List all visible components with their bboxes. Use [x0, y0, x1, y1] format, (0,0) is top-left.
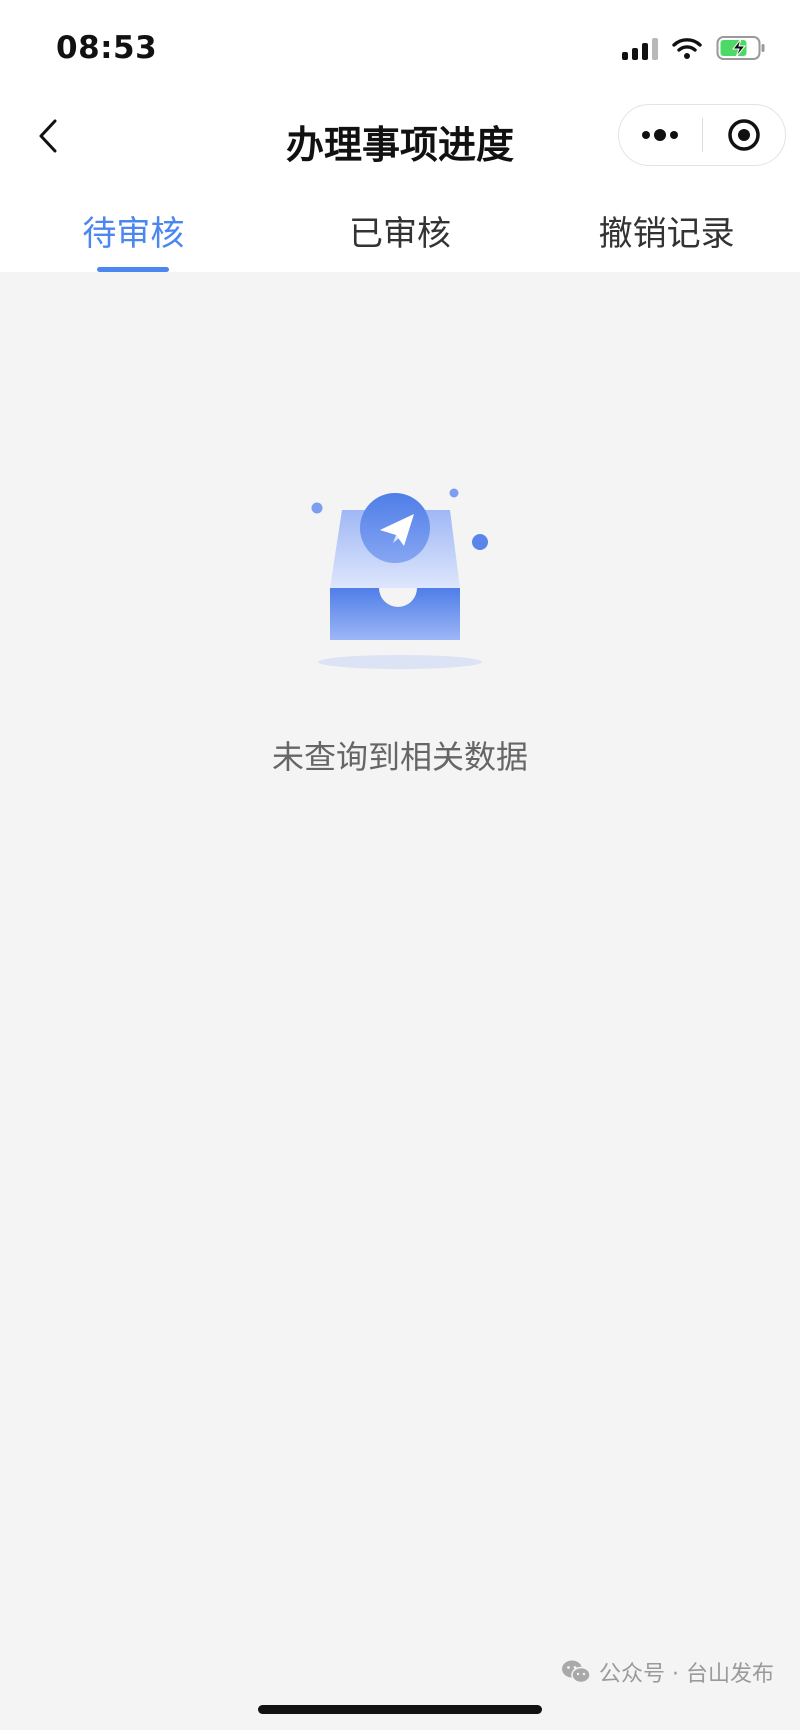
wifi-icon — [672, 38, 702, 59]
watermark: 公众号 · 台山发布 — [561, 1656, 774, 1688]
tab-label: 已审核 — [349, 214, 451, 254]
navigation-bar: 办理事项进度 — [0, 96, 800, 176]
mini-program-capsule — [618, 104, 786, 166]
tab-label: 撤销记录 — [598, 214, 735, 254]
status-icons — [622, 34, 766, 62]
home-indicator — [258, 1705, 542, 1714]
tab-revocation-records[interactable]: 撤销记录 — [533, 190, 800, 272]
more-dots-icon — [642, 129, 679, 141]
empty-inbox-paper-plane-icon — [311, 488, 488, 669]
status-bar: 08:53 — [0, 0, 800, 96]
tab-pending-review[interactable]: 待审核 — [0, 190, 267, 272]
watermark-text: 公众号 · 台山发布 — [599, 1662, 774, 1687]
cellular-signal-icon — [622, 36, 658, 60]
status-time: 08:53 — [56, 30, 158, 66]
target-circle-icon — [728, 119, 760, 151]
empty-state-message: 未查询到相关数据 — [271, 738, 528, 776]
battery-charging-icon — [716, 36, 765, 60]
close-mini-program-button[interactable] — [703, 105, 786, 165]
header-area: 08:53 办理事项进度 待审核 已审核 撤销记录 — [0, 0, 800, 272]
wechat-icon — [562, 1660, 591, 1684]
tab-label: 待审核 — [82, 214, 185, 254]
active-tab-indicator — [97, 267, 170, 272]
more-options-button[interactable] — [619, 105, 702, 165]
tab-reviewed[interactable]: 已审核 — [267, 190, 534, 272]
tab-bar: 待审核 已审核 撤销记录 — [0, 190, 800, 272]
